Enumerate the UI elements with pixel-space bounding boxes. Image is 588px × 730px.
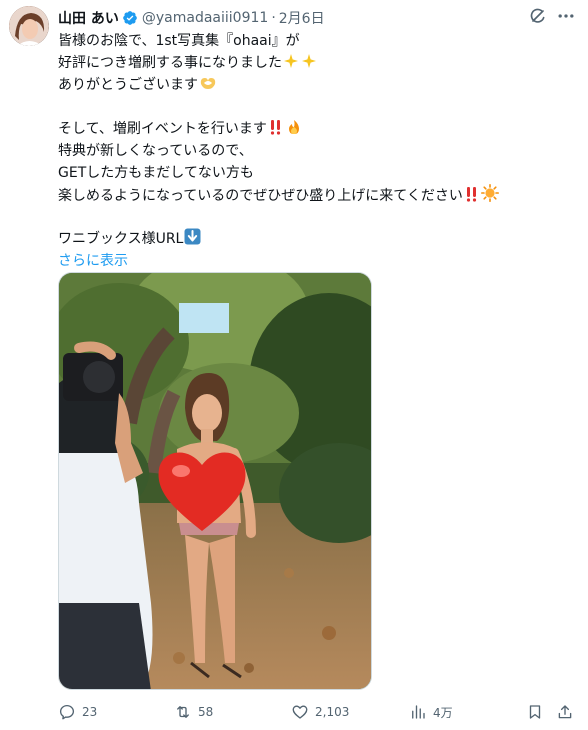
tweet[interactable]: 山田 あい @yamadaaiii0911 · 2月6日 皆様のお陰で、1st写…	[0, 0, 588, 730]
tweet-text: 皆様のお陰で、1st写真集『ohaai』が 好評につき増刷する事になりました あ…	[58, 30, 568, 272]
retweet-icon	[177, 706, 189, 718]
heart-hands-emoji-icon	[200, 78, 216, 89]
double-exclamation-emoji-icon	[466, 187, 476, 202]
author-name[interactable]: 山田 あい	[58, 8, 119, 28]
reply-icon	[59, 704, 75, 720]
views-count: 4万	[433, 705, 453, 720]
bookmark-button[interactable]	[526, 702, 544, 722]
retweet-button[interactable]: 58	[174, 702, 213, 722]
down-arrow-emoji-icon	[184, 228, 201, 245]
separator: ·	[271, 10, 276, 26]
reply-count: 23	[82, 705, 98, 719]
double-exclamation-emoji-icon	[270, 120, 280, 135]
grok-icon[interactable]	[528, 6, 548, 26]
like-count: 2,103	[315, 705, 350, 719]
share-button[interactable]	[556, 702, 574, 722]
retweet-count: 58	[198, 705, 214, 719]
tweet-line: GETした方もまだしてない方も	[58, 165, 254, 181]
tweet-line: 特典が新しくなっているので、	[58, 143, 253, 159]
views-button[interactable]: 4万	[409, 702, 453, 722]
tweet-line: ありがとうございます	[58, 74, 568, 96]
reply-button[interactable]: 23	[58, 702, 97, 722]
tweet-photo[interactable]	[58, 272, 372, 690]
bookmark-icon	[529, 705, 541, 719]
tweet-line: そして、増刷イベントを行います	[58, 118, 568, 140]
action-bar: 23 58 2,103 4万	[58, 702, 578, 722]
tweet-date[interactable]: 2月6日	[279, 8, 325, 28]
heart-icon	[292, 705, 308, 719]
share-icon	[558, 705, 572, 719]
tweet-line: 楽しめるようになっているのでぜひぜひ盛り上げに来てください	[58, 184, 568, 206]
tweet-header: 山田 あい @yamadaaiii0911 · 2月6日	[58, 8, 325, 28]
verified-badge-icon	[123, 11, 137, 25]
sparkles-emoji-icon	[284, 54, 316, 68]
avatar[interactable]	[9, 6, 49, 46]
tweet-line: 皆様のお陰で、1st写真集『ohaai』が	[58, 33, 300, 49]
sun-emoji-icon	[480, 184, 499, 202]
tweet-line: ワニブックス様URL	[58, 228, 568, 250]
like-button[interactable]: 2,103	[291, 702, 349, 722]
views-icon	[412, 705, 425, 719]
tweet-line: 好評につき増刷する事になりました	[58, 52, 568, 74]
author-handle[interactable]: @yamadaaiii0911	[142, 10, 268, 26]
show-more-link[interactable]: さらに表示	[58, 250, 568, 272]
more-icon[interactable]	[555, 6, 577, 26]
fire-emoji-icon	[288, 120, 299, 134]
